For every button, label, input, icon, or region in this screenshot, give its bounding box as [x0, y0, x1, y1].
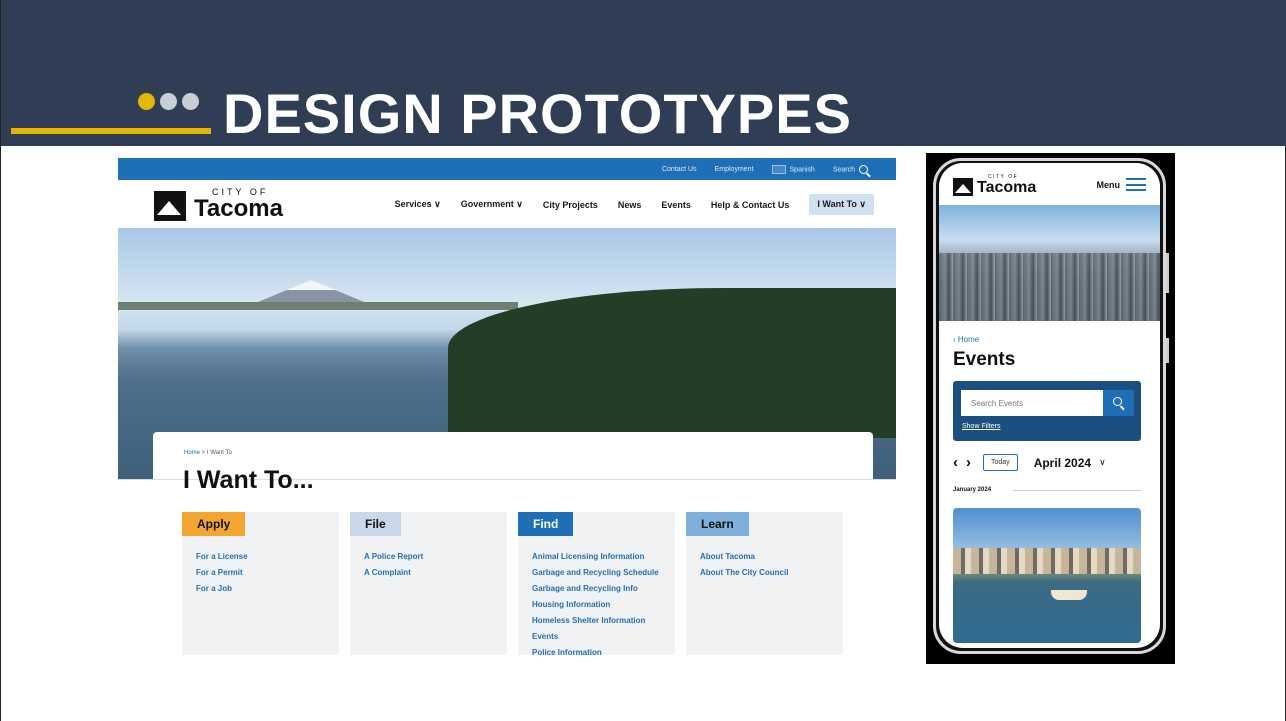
- dot-gray: [182, 93, 199, 110]
- nav-links: Services ∨ Government ∨ City Projects Ne…: [395, 194, 874, 215]
- category-link[interactable]: About Tacoma: [700, 549, 788, 565]
- category-link[interactable]: Housing Information: [532, 597, 659, 613]
- calendar-controls: ‹ › Today April 2024 ∨: [953, 454, 1143, 471]
- hero-shoreline: [118, 302, 518, 310]
- category-link[interactable]: Garbage and Recycling Info: [532, 581, 659, 597]
- search-link[interactable]: Search: [832, 164, 868, 174]
- nav-services[interactable]: Services ∨: [395, 199, 441, 210]
- category-link[interactable]: Homeless Shelter Information: [532, 613, 659, 629]
- category-link[interactable]: For a License: [196, 549, 248, 565]
- category-link[interactable]: For a Permit: [196, 565, 248, 581]
- nav-help-contact[interactable]: Help & Contact Us: [711, 200, 790, 210]
- category-link[interactable]: Events: [532, 629, 659, 645]
- search-icon: [1113, 397, 1122, 406]
- mountain-logo-icon: [953, 178, 973, 196]
- main-nav: CITY OF Tacoma Services ∨ Government ∨ C…: [118, 180, 896, 228]
- month-section-label: January 2024: [953, 487, 992, 493]
- category-link[interactable]: About The City Council: [700, 565, 788, 581]
- next-month-button[interactable]: ›: [966, 454, 971, 471]
- section-divider: [1013, 490, 1141, 491]
- category-label: Find: [518, 512, 574, 536]
- category-column: Find Animal Licensing Information Garbage …: [518, 512, 675, 657]
- category-column: Learn About Tacoma About The City Council: [686, 512, 843, 655]
- contact-us-link[interactable]: Contact Us: [662, 166, 697, 173]
- mobile-logo[interactable]: CITY OF Tacoma: [953, 175, 1036, 196]
- logo-tacoma: Tacoma: [977, 179, 1037, 196]
- phone-side-button: [1166, 253, 1169, 293]
- category-links: A Police Report A Complaint: [364, 549, 423, 581]
- mobile-header: CITY OF Tacoma Menu: [939, 163, 1160, 205]
- event-boat: [1051, 590, 1087, 600]
- search-icon: [859, 164, 868, 174]
- search-label: Search: [832, 165, 855, 173]
- category-column: Apply For a License For a Permit For a Job: [182, 512, 339, 655]
- dot-yellow: [138, 93, 155, 110]
- event-search-panel: Show Filters: [953, 381, 1141, 441]
- mobile-page-title: Events: [953, 349, 1016, 370]
- show-filters-link[interactable]: Show Filters: [962, 423, 1001, 430]
- tacoma-logo[interactable]: CITY OF Tacoma: [154, 188, 283, 221]
- breadcrumb-current: I Want To: [206, 450, 232, 456]
- phone-screen: CITY OF Tacoma Menu ‹ Home Events Show F…: [939, 163, 1160, 648]
- category-column: File A Police Report A Complaint: [350, 512, 507, 655]
- category-label: File: [350, 512, 401, 536]
- nav-news[interactable]: News: [618, 200, 642, 210]
- category-link[interactable]: Garbage and Recycling Schedule: [532, 565, 659, 581]
- title-dots: [138, 93, 199, 110]
- spanish-link[interactable]: Spanish: [771, 164, 815, 174]
- employment-link[interactable]: Employment: [715, 166, 754, 173]
- dot-gray: [160, 93, 177, 110]
- nav-government[interactable]: Government ∨: [461, 199, 523, 210]
- slide-title: DESIGN PROTOTYPES: [223, 82, 852, 145]
- category-label: Learn: [686, 512, 749, 536]
- category-links: Animal Licensing Information Garbage and …: [532, 549, 659, 661]
- category-links: For a License For a Permit For a Job: [196, 549, 248, 597]
- mountain-logo-icon: [154, 191, 186, 221]
- search-button[interactable]: [1103, 390, 1134, 416]
- hamburger-icon: [1126, 178, 1146, 191]
- search-events-input[interactable]: [961, 390, 1103, 416]
- breadcrumb-home[interactable]: Home: [184, 450, 200, 456]
- today-button[interactable]: Today: [983, 454, 1018, 471]
- hero-cityscape: [939, 253, 1160, 321]
- category-columns: Apply For a License For a Permit For a Job F…: [182, 512, 843, 657]
- page-title: I Want To...: [183, 466, 314, 494]
- category-link[interactable]: Animal Licensing Information: [532, 549, 659, 565]
- title-underline: [11, 128, 211, 134]
- nav-events[interactable]: Events: [661, 200, 691, 210]
- nav-i-want-to[interactable]: I Want To ∨: [809, 194, 874, 215]
- event-skyline: [953, 548, 1141, 574]
- language-icon: [771, 164, 786, 174]
- hero-mountain-snow: [286, 280, 336, 290]
- category-link[interactable]: Police Information: [532, 645, 659, 661]
- month-selector[interactable]: April 2024: [1034, 456, 1091, 470]
- spanish-label: Spanish: [789, 165, 815, 173]
- mobile-breadcrumb-home[interactable]: ‹ Home: [953, 335, 979, 344]
- mobile-hero-image: [939, 205, 1160, 321]
- category-label: Apply: [182, 512, 246, 536]
- menu-label: Menu: [1096, 179, 1121, 190]
- mobile-prototype: CITY OF Tacoma Menu ‹ Home Events Show F…: [926, 153, 1175, 664]
- utility-bar: Contact Us Employment Spanish Search: [118, 158, 896, 180]
- menu-button[interactable]: Menu: [1096, 178, 1146, 191]
- phone-side-button: [1166, 338, 1169, 363]
- breadcrumb: Home > I Want To: [184, 450, 232, 456]
- desktop-prototype: Contact Us Employment Spanish Search CIT…: [118, 158, 896, 663]
- nav-city-projects[interactable]: City Projects: [543, 200, 598, 210]
- category-links: About Tacoma About The City Council: [700, 549, 788, 581]
- breadcrumb-separator: >: [200, 450, 207, 456]
- category-link[interactable]: A Police Report: [364, 549, 423, 565]
- slide: DESIGN PROTOTYPES Contact Us Employment …: [0, 0, 1286, 721]
- event-image[interactable]: [953, 508, 1141, 643]
- hero-forest: [448, 288, 896, 438]
- category-link[interactable]: A Complaint: [364, 565, 423, 581]
- logo-tacoma: Tacoma: [194, 195, 283, 222]
- category-link[interactable]: For a Job: [196, 581, 248, 597]
- prev-month-button[interactable]: ‹: [953, 454, 958, 471]
- chevron-down-icon: ∨: [1099, 457, 1106, 467]
